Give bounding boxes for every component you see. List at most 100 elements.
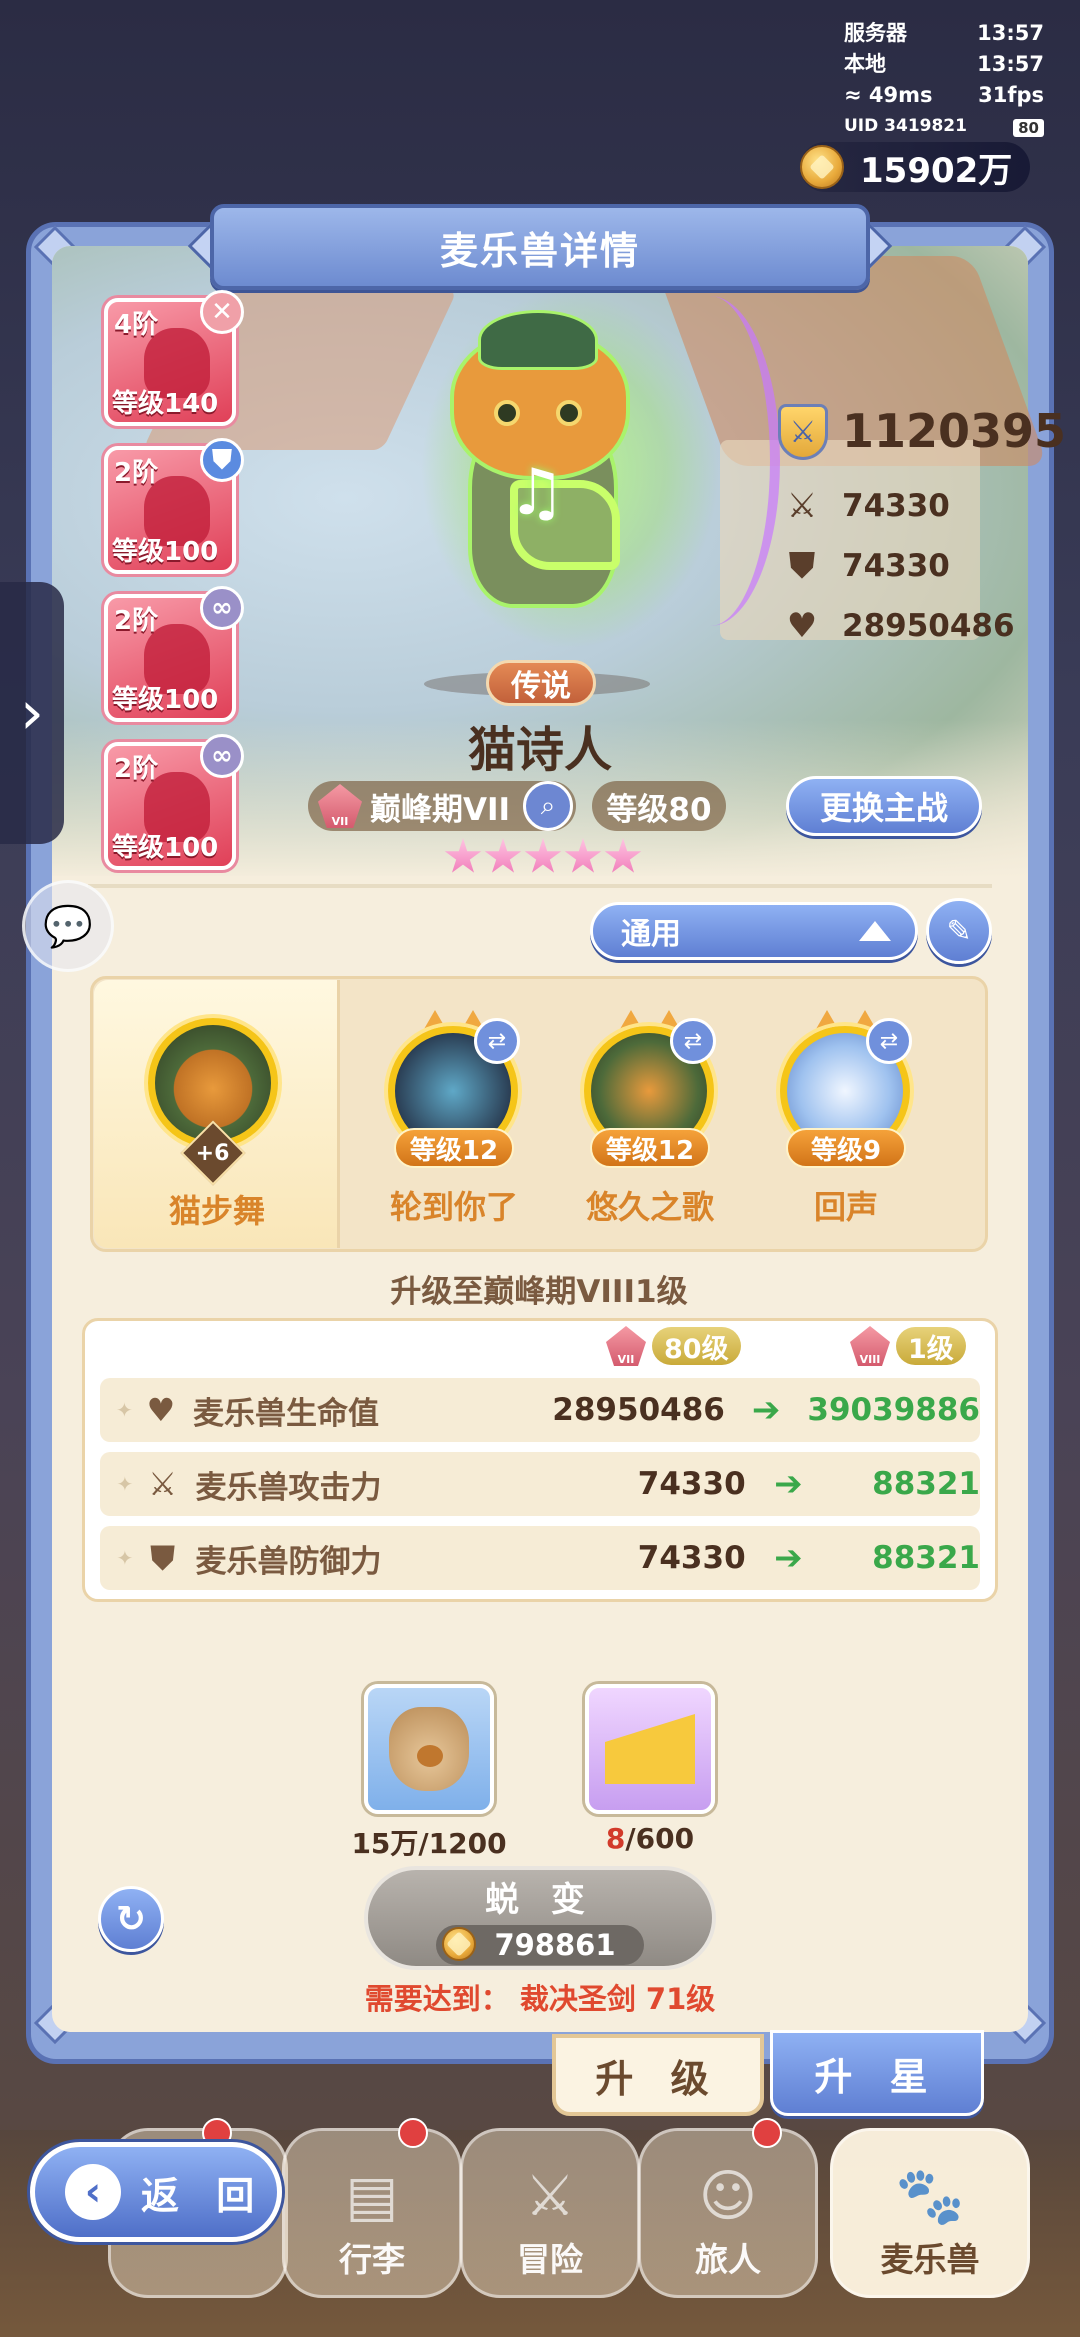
- nav-item-pets[interactable]: 🐾 麦乐兽: [830, 2128, 1030, 2298]
- peak-stage-text: 巅峰期VII: [370, 791, 511, 828]
- notification-dot: [752, 2118, 782, 2148]
- battery-icon: 80: [1013, 119, 1044, 137]
- page-title: 麦乐兽详情: [210, 204, 870, 290]
- nav-label: 麦乐兽: [880, 2240, 980, 2279]
- pencil-icon: ✎: [946, 913, 972, 949]
- wifi-icon: ≈: [844, 83, 862, 107]
- swap-icon[interactable]: ⇄: [474, 1018, 520, 1064]
- cheese-count: 8/600: [605, 1822, 695, 1855]
- skill-level: 等级12: [394, 1128, 514, 1168]
- stat-label: 麦乐兽攻击力: [195, 1469, 382, 1506]
- skill-slot-2[interactable]: ⇄ 等级12 悠久之歌: [560, 1006, 740, 1246]
- arrow-right-icon: ➔: [774, 1538, 803, 1578]
- stat-upgrade-row: ✦ ⛊ 麦乐兽防御力 74330 ➔ 88321: [100, 1526, 980, 1590]
- skill-preset-dropdown[interactable]: 通用: [590, 902, 918, 960]
- shield-icon: ⛊: [789, 546, 815, 586]
- edit-preset-button[interactable]: ✎: [926, 898, 992, 964]
- back-arrow-icon: ‹: [65, 2164, 121, 2220]
- team-tier: 4阶: [114, 310, 159, 340]
- refresh-button[interactable]: ↻: [98, 1886, 164, 1952]
- star-icon: [524, 838, 562, 873]
- requirement-text: 需要达到： 裁决圣剑 71级: [364, 1982, 716, 2016]
- evolve-label: 蜕 变: [485, 1879, 595, 1920]
- chevron-up-icon: [859, 921, 891, 941]
- nav-label: 冒险: [517, 2240, 583, 2279]
- status-overlay: 服务器 13:57 本地 13:57 ≈ 49ms 31fps UID 3419821…: [844, 18, 1044, 142]
- food-bag-count: 15万/1200: [351, 1827, 507, 1860]
- food-bag-icon: [389, 1707, 469, 1791]
- music-note-icon: ♫: [508, 456, 566, 530]
- skill-slot-3[interactable]: ⇄ 等级9 回声: [756, 1006, 936, 1246]
- backpack-icon: ▤: [345, 2164, 399, 2229]
- stat-label: 麦乐兽生命值: [192, 1395, 379, 1432]
- evolve-cost-value: 798861: [494, 1927, 616, 1962]
- evolve-cost: 798861: [436, 1924, 644, 1965]
- crossed-swords-icon: ⚔: [524, 2164, 576, 2229]
- coin-icon: [442, 1926, 476, 1961]
- sparkle-icon: ✦: [116, 1546, 134, 1570]
- refresh-icon: ↻: [115, 1898, 147, 1940]
- side-drawer-toggle[interactable]: ›: [0, 582, 64, 844]
- divider: [88, 884, 992, 888]
- fps-value: 31fps: [978, 83, 1044, 107]
- team-tier: 2阶: [114, 458, 159, 488]
- heart-icon: ♥: [786, 606, 818, 646]
- ping-value: 49ms: [868, 83, 933, 107]
- team-level: 等级100: [112, 833, 219, 863]
- team-tier: 2阶: [114, 606, 159, 636]
- pet-level: 等级80: [592, 781, 726, 831]
- stat-current-value: 74330: [637, 1540, 746, 1576]
- team-role-icon: ✕: [200, 290, 244, 334]
- stat-current-value: 28950486: [552, 1392, 725, 1428]
- swap-icon[interactable]: ⇄: [866, 1018, 912, 1064]
- skill-level: 等级12: [590, 1128, 710, 1168]
- hp-stat: ♥ 28950486: [782, 606, 1022, 646]
- main-skill-name: 猫步舞: [168, 1192, 265, 1230]
- pet-eye: [494, 400, 520, 426]
- combat-power-icon: ⚔: [778, 404, 828, 460]
- cheese-item[interactable]: [585, 1684, 715, 1814]
- attack-stat: ⚔ 74330: [782, 486, 1022, 526]
- star-icon: [564, 838, 602, 873]
- sparkle-icon: ✦: [116, 1398, 133, 1422]
- nav-item-traveler[interactable]: ☺ 旅人: [638, 2128, 818, 2298]
- change-main-pet-button[interactable]: 更换主战: [786, 776, 982, 836]
- swap-icon[interactable]: ⇄: [670, 1018, 716, 1064]
- upgrade-target-title: 升级至巅峰期VIII1级: [390, 1274, 688, 1310]
- sword-icon: ⚔: [786, 486, 818, 526]
- skill-name: 回声: [813, 1188, 878, 1226]
- hp-value: 28950486: [842, 608, 1015, 644]
- pet-character-hat: [478, 310, 598, 370]
- traveler-icon: ☺: [698, 2164, 758, 2229]
- skill-slot-1[interactable]: ⇄ 等级12 轮到你了: [364, 1006, 544, 1246]
- food-bag-item[interactable]: [364, 1684, 494, 1814]
- local-time: 13:57: [977, 52, 1044, 76]
- peak-emblem-icon: VII: [606, 1326, 646, 1366]
- pet-eye: [556, 400, 582, 426]
- chat-button[interactable]: 💬: [22, 880, 114, 972]
- defense-stat: ⛊ 74330: [782, 546, 1022, 586]
- chevron-right-icon: ›: [20, 678, 44, 748]
- tab-star-up[interactable]: 升 星: [770, 2030, 984, 2116]
- evolve-button[interactable]: 蜕 变 798861: [364, 1866, 716, 1970]
- star-icon: [444, 838, 482, 873]
- nav-item-bag[interactable]: ▤ 行李: [282, 2128, 462, 2298]
- shield-icon: ⛊: [150, 1538, 175, 1577]
- peak-emblem-icon: VIII: [850, 1326, 890, 1366]
- team-tier: 2阶: [114, 754, 159, 784]
- nav-label: 旅人: [695, 2240, 761, 2279]
- stat-current-value: 74330: [637, 1466, 746, 1502]
- team-level: 等级100: [112, 685, 219, 715]
- main-skill[interactable]: +6 猫步舞: [94, 980, 340, 1248]
- zoom-icon[interactable]: ⌕: [523, 781, 573, 831]
- sword-icon: ⚔: [148, 1465, 177, 1503]
- nav-label: 行李: [339, 2240, 405, 2279]
- back-button[interactable]: ‹ 返 回: [30, 2142, 282, 2242]
- next-level-badge: 1级: [896, 1327, 966, 1365]
- currency-bar: 15902万: [800, 142, 1030, 192]
- tab-upgrade[interactable]: 升 级: [552, 2034, 764, 2116]
- current-level-header: VII 80级: [606, 1326, 741, 1366]
- current-level-badge: 80级: [652, 1327, 741, 1365]
- nav-item-adventure[interactable]: ⚔ 冒险: [460, 2128, 640, 2298]
- coin-icon: [800, 145, 844, 189]
